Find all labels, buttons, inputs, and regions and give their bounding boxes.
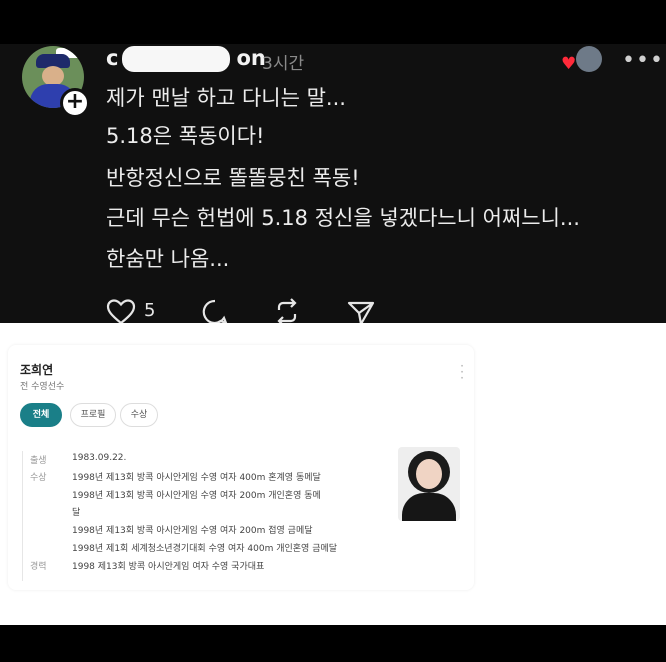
top-black-bar (0, 0, 666, 44)
tab-all[interactable]: 전체 (20, 403, 62, 427)
liker-avatar (576, 46, 602, 72)
username-redaction (122, 46, 230, 72)
profile-name[interactable]: 조희연 (20, 361, 53, 378)
comment-icon[interactable] (200, 298, 230, 326)
post-text-line: 반항정신으로 똘똘뭉친 폭동! (106, 166, 360, 190)
bottom-black-bar (0, 625, 666, 662)
post-text-line: 5.18은 폭동이다! (106, 124, 265, 148)
like-count: 5 (144, 300, 156, 321)
birth-label: 출생 (30, 456, 47, 466)
post-text-line: 근데 무슨 헌법에 5.18 정신을 넣겠다느니 어쩌느니... (106, 206, 580, 230)
send-icon[interactable] (346, 298, 376, 326)
profile-photo[interactable] (398, 447, 460, 521)
post-text-line: 제가 맨날 하고 다니는 말... (106, 86, 346, 110)
tab-awards[interactable]: 수상 (120, 403, 158, 427)
tab-profile[interactable]: 프로필 (70, 403, 116, 427)
award-item: 1998년 제13회 방콕 아시안게임 수영 여자 200m 접영 금메달 (72, 526, 313, 536)
award-item: 1998년 제13회 방콕 아시안게임 수영 여자 400m 혼계영 동메달 (72, 473, 321, 483)
kebab-menu-icon[interactable]: · · · (460, 360, 464, 384)
profile-role: 전 수영선수 (20, 382, 65, 392)
award-item: 달 (72, 508, 81, 518)
post-time: 3시간 (262, 54, 305, 74)
award-item: 1998년 제13회 방콕 아시안게임 수영 여자 200m 개인혼영 동메 (72, 491, 321, 501)
birth-value: 1983.09.22. (72, 453, 127, 463)
heart-icon[interactable] (106, 298, 136, 326)
awards-label: 수상 (30, 473, 47, 483)
repost-icon[interactable] (272, 298, 302, 326)
divider (22, 451, 23, 581)
career-value: 1998 제13회 방콕 아시안게임 여자 수영 국가대표 (72, 562, 265, 572)
search-result-area: 조희연 전 수영선수 · · · 전체 프로필 수상 출생 1983.09.22. … (0, 323, 666, 625)
career-label: 경력 (30, 562, 47, 572)
post-text-line: 한숨만 나옴... (106, 247, 230, 271)
award-item: 1998년 제1회 세계청소년경기대회 수영 여자 400m 개인혼영 금메달 (72, 544, 338, 554)
liked-heart-icon: ♥ (561, 54, 577, 74)
profile-card: 조희연 전 수영선수 · · · 전체 프로필 수상 출생 1983.09.22. … (8, 345, 474, 590)
follow-plus-icon[interactable]: + (60, 88, 90, 118)
threads-post: + c on 3시간 ♥ ••• 제가 맨날 하고 다니는 말... 5.18은 … (0, 44, 666, 326)
more-icon[interactable]: ••• (622, 48, 664, 73)
